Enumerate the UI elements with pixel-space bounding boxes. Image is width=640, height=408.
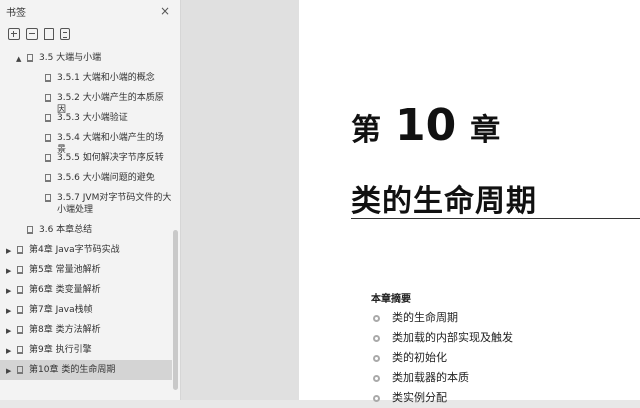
bookmark-icon (45, 74, 51, 82)
summary-item-text: 类的生命周期 (392, 311, 458, 324)
collapsed-caret-icon[interactable]: ▶ (6, 285, 14, 297)
bookmark-label: 第7章 Java栈帧 (29, 305, 93, 315)
bookmark-item[interactable]: ▶ 第9章 执行引擎 (0, 340, 172, 360)
sidebar-toolbar (0, 22, 180, 46)
bookmark-icon (17, 346, 23, 354)
collapsed-caret-icon[interactable]: ▶ (6, 305, 14, 317)
circle-bullet-icon (373, 374, 380, 382)
chapter-number: 10 (395, 100, 457, 151)
collapsed-caret-icon[interactable]: ▶ (6, 265, 14, 277)
bookmark-item[interactable]: ▶ 第7章 Java栈帧 (0, 300, 172, 320)
summary-item: 类的生命周期 (371, 308, 513, 328)
circle-bullet-icon (373, 334, 380, 342)
circle-bullet-icon (373, 314, 380, 322)
bookmark-icon (45, 134, 51, 142)
bookmark-icon (27, 226, 33, 234)
bookmark-item[interactable]: 3.5.6 大小端问题的避免 (0, 168, 172, 188)
sidebar-header: 书签 × (0, 0, 180, 22)
collapsed-caret-icon[interactable]: ▶ (6, 245, 14, 257)
bookmark-options-icon[interactable] (60, 28, 70, 40)
document-viewer: 第 10 章 类的生命周期 本章摘要 类的生命周期类加载的内部实现及触发 类的初始… (181, 0, 640, 404)
bookmark-tree: ▲ 3.5 大端与小端 3.5.1 大端和小端的概念 3.5.2 大小端产生的本质原因… (0, 48, 172, 380)
bookmark-icon (45, 174, 51, 182)
bookmark-label: 3.5.1 大端和小端的概念 (57, 73, 155, 83)
summary-item-text: 类的初始化 (392, 351, 447, 364)
summary-item: 类加载的内部实现及触发 (371, 328, 513, 348)
bookmark-label: 3.5.5 如何解决字节序反转 (57, 153, 164, 163)
bookmark-item[interactable]: 3.5.7 JVM对字节码文件的大小端处理 (0, 188, 172, 220)
chapter-prefix: 第 (351, 113, 381, 148)
bookmark-label: 3.5.7 JVM对字节码文件的大小端处理 (57, 193, 172, 215)
circle-bullet-icon (373, 354, 380, 362)
bookmark-icon (17, 326, 23, 334)
collapsed-caret-icon[interactable]: ▶ (6, 325, 14, 337)
bookmark-item[interactable]: ▶ 第8章 类方法解析 (0, 320, 172, 340)
bookmark-label: 第6章 类变量解析 (29, 285, 101, 295)
summary-list: 类的生命周期类加载的内部实现及触发 类的初始化类加载器的本质 类实例分配 (371, 308, 513, 408)
bookmark-label: 第5章 常量池解析 (29, 265, 101, 275)
bookmark-icon (45, 154, 51, 162)
expand-all-icon[interactable] (8, 28, 20, 40)
chapter-heading: 第 10 章 (351, 100, 500, 151)
bookmark-label: 第8章 类方法解析 (29, 325, 101, 335)
bookmark-item[interactable]: 3.6 本章总结 (0, 220, 172, 240)
bookmark-item[interactable]: ▶ 第5章 常量池解析 (0, 260, 172, 280)
bookmark-icon (27, 54, 33, 62)
summary-item-text: 类加载器的本质 (392, 371, 469, 384)
bookmark-icon (45, 194, 51, 202)
bookmark-item[interactable]: ▶ 第6章 类变量解析 (0, 280, 172, 300)
close-icon[interactable]: × (160, 4, 170, 18)
bookmark-item[interactable]: ▶ 第4章 Java字节码实战 (0, 240, 172, 260)
bookmark-label: 3.6 本章总结 (39, 225, 93, 235)
collapsed-caret-icon[interactable]: ▶ (6, 345, 14, 357)
bookmark-label: 3.5.6 大小端问题的避免 (57, 173, 155, 183)
bookmark-icon (17, 266, 23, 274)
summary-item-text: 类实例分配 (392, 391, 447, 404)
sidebar-title: 书签 (6, 7, 26, 19)
summary-item: 类加载器的本质 (371, 368, 513, 388)
bookmark-sidebar: 书签 × ▲ 3.5 大端与小端 3.5.1 大端和小端的概念 3.5.2 大小端产生… (0, 0, 181, 400)
bookmark-icon (17, 246, 23, 254)
bookmark-icon (17, 366, 23, 374)
bookmark-label: 第9章 执行引擎 (29, 345, 92, 355)
summary-item-text: 类加载的内部实现及触发 (392, 331, 513, 344)
collapse-all-icon[interactable] (26, 28, 38, 40)
summary-heading: 本章摘要 (371, 294, 411, 305)
add-bookmark-icon[interactable] (44, 28, 54, 40)
sidebar-scrollbar[interactable] (173, 230, 178, 390)
bookmark-item[interactable]: 3.5.3 大小端验证 (0, 108, 172, 128)
document-page: 第 10 章 类的生命周期 本章摘要 类的生命周期类加载的内部实现及触发 类的初始… (299, 0, 640, 404)
bookmark-item[interactable]: 3.5.1 大端和小端的概念 (0, 68, 172, 88)
bookmark-icon (45, 114, 51, 122)
circle-bullet-icon (373, 394, 380, 402)
collapsed-caret-icon[interactable]: ▶ (6, 365, 14, 377)
bookmark-icon (17, 286, 23, 294)
title-divider (351, 218, 640, 219)
bookmark-item[interactable]: 3.5.5 如何解决字节序反转 (0, 148, 172, 168)
bookmark-label: 3.5 大端与小端 (39, 53, 102, 63)
bookmark-item[interactable]: ▲ 3.5 大端与小端 (0, 48, 172, 68)
summary-item: 类实例分配 (371, 388, 513, 408)
chapter-suffix: 章 (470, 113, 501, 148)
bookmark-icon (45, 94, 51, 102)
bookmark-item[interactable]: 3.5.4 大端和小端产生的场景 (0, 128, 172, 155)
bookmark-label: 第10章 类的生命周期 (29, 365, 116, 375)
bookmark-item[interactable]: 3.5.2 大小端产生的本质原因 (0, 88, 172, 115)
bookmark-icon (17, 306, 23, 314)
bookmark-label: 第4章 Java字节码实战 (29, 245, 120, 255)
bookmark-label: 3.5.3 大小端验证 (57, 113, 128, 123)
bookmark-item[interactable]: ▶ 第10章 类的生命周期 (0, 360, 172, 380)
summary-item: 类的初始化 (371, 348, 513, 368)
expanded-caret-icon[interactable]: ▲ (16, 53, 24, 65)
chapter-title: 类的生命周期 (351, 184, 537, 219)
